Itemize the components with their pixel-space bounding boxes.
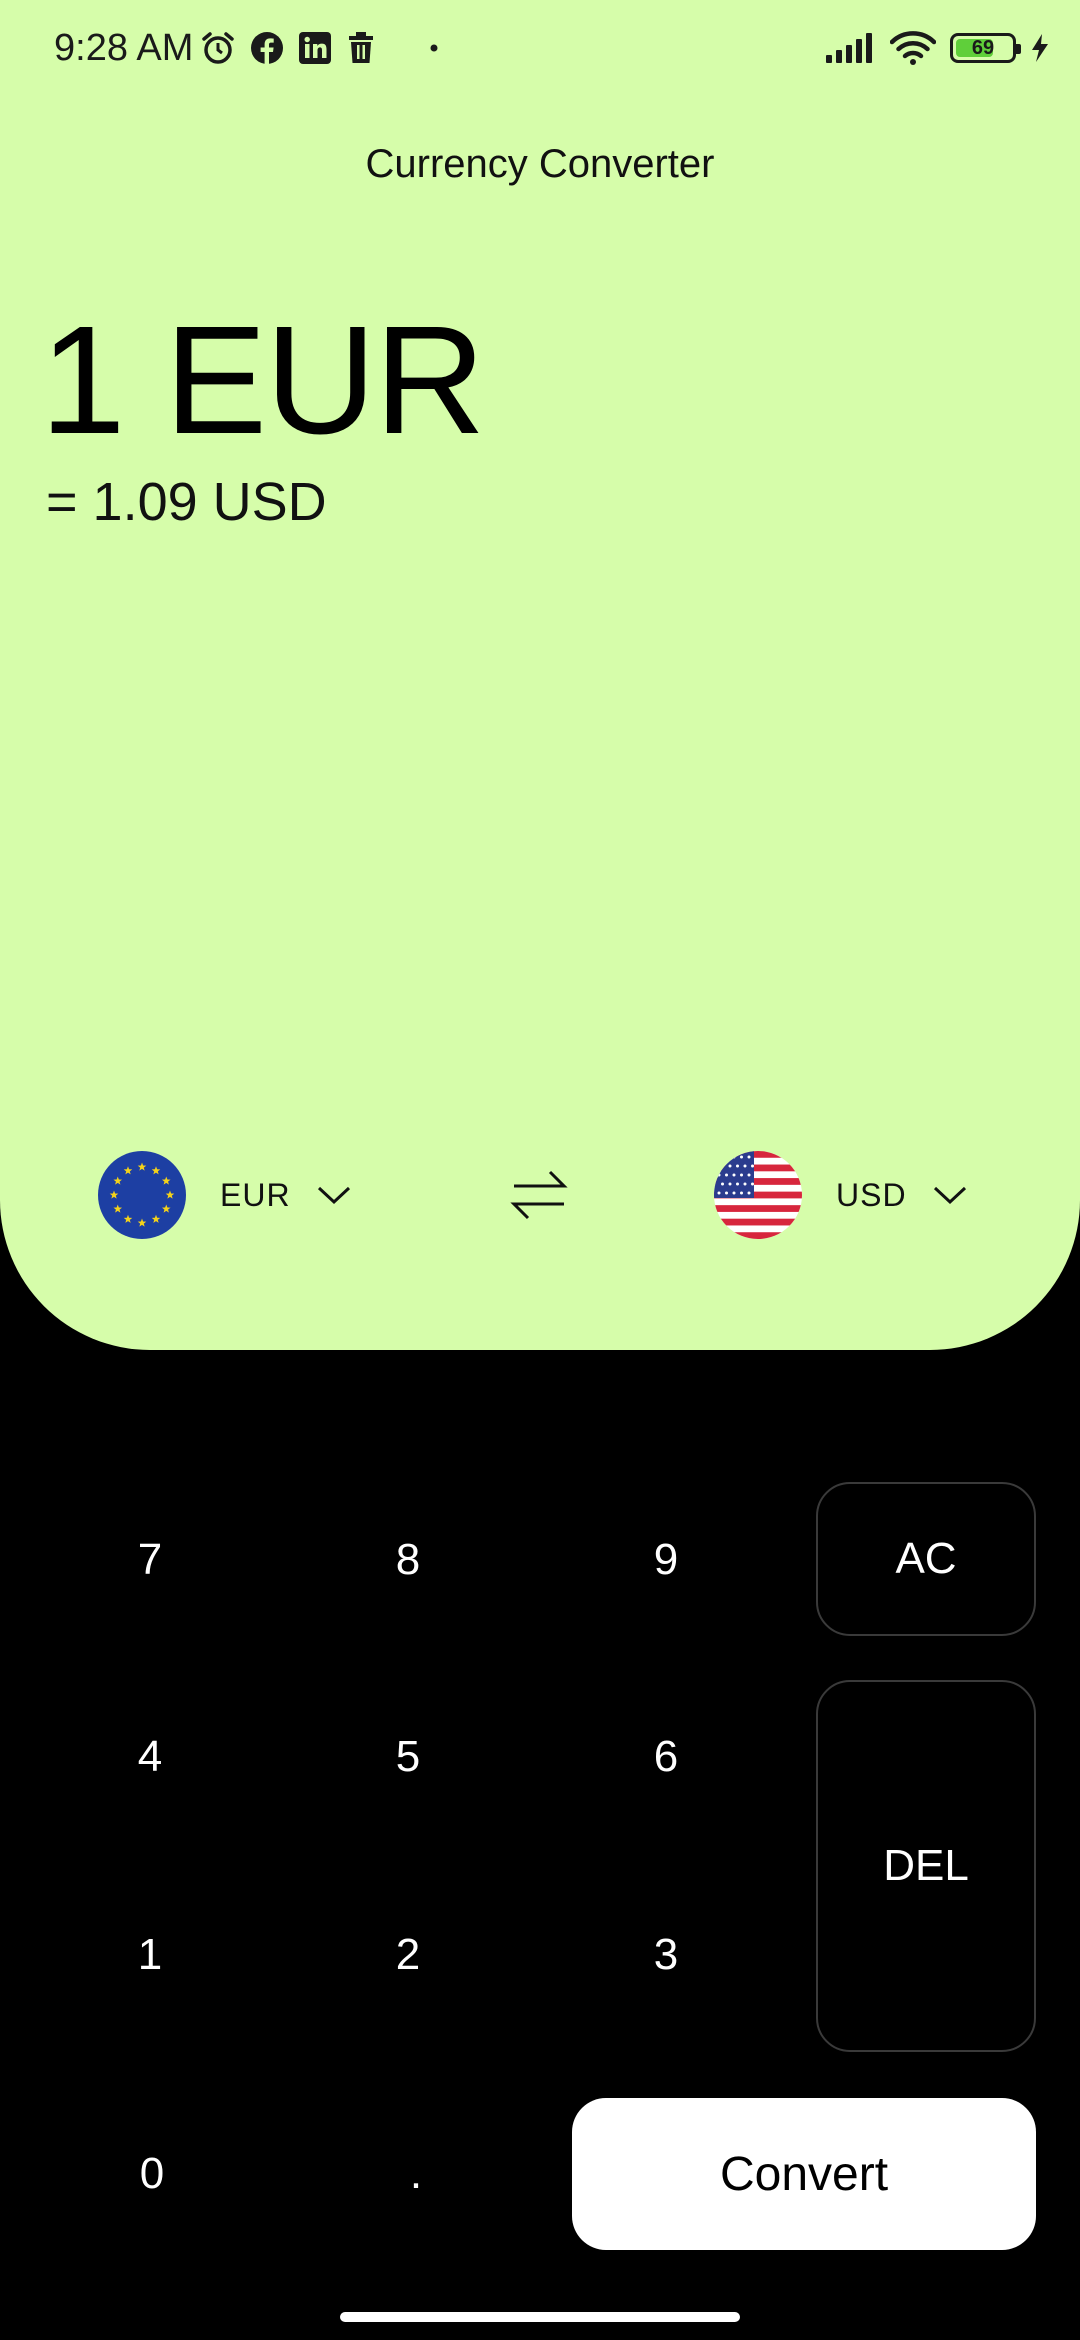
from-currency-selector[interactable]: EUR (98, 1150, 351, 1240)
us-star (732, 1191, 736, 1195)
key-2[interactable]: 2 (318, 1895, 498, 2015)
us-star (751, 1164, 754, 1168)
amount-display: 1 EUR (40, 294, 486, 466)
us-star (747, 1173, 751, 1177)
us-star (740, 1191, 743, 1195)
us-star (732, 1173, 736, 1177)
us-star (732, 1155, 736, 1159)
us-star (736, 1182, 739, 1186)
us-star (747, 1155, 751, 1159)
us-stripe (714, 1151, 802, 1158)
trash-icon (346, 31, 376, 65)
us-star (717, 1155, 721, 1159)
key-4[interactable]: 4 (60, 1697, 240, 1817)
wifi-icon (890, 31, 936, 65)
key-3[interactable]: 3 (576, 1895, 756, 2015)
dot-icon (430, 44, 438, 52)
us-star (743, 1182, 747, 1186)
key-decimal[interactable]: . (326, 2114, 506, 2234)
facebook-icon (250, 31, 284, 65)
us-star (743, 1164, 747, 1168)
currency-selector-row: EUR USD (0, 1150, 1080, 1240)
status-time: 9:28 AM (54, 27, 194, 69)
us-star (751, 1182, 754, 1186)
key-0[interactable]: 0 (62, 2114, 242, 2234)
us-star (740, 1173, 743, 1177)
chevron-down-icon (933, 1185, 967, 1205)
from-currency-code: EUR (220, 1176, 291, 1213)
battery-icon: 69 (950, 33, 1021, 63)
key-9[interactable]: 9 (576, 1500, 756, 1620)
delete-button[interactable]: DEL (816, 1680, 1036, 2052)
status-icons-right: 69 (826, 26, 1050, 70)
battery-level: 69 (971, 37, 995, 59)
key-8[interactable]: 8 (318, 1500, 498, 1620)
linkedin-icon (298, 31, 332, 65)
us-star (721, 1164, 724, 1168)
eu-flag-icon (98, 1151, 186, 1239)
us-star (747, 1191, 751, 1195)
us-stripe (714, 1232, 802, 1239)
signal-icon (826, 33, 876, 63)
us-star (728, 1182, 732, 1186)
charging-icon (1030, 33, 1050, 63)
converter-panel (0, 0, 1080, 1350)
swap-arrows-icon (510, 1170, 568, 1220)
home-indicator (340, 2312, 740, 2322)
alarm-icon (200, 30, 236, 66)
us-star (721, 1182, 724, 1186)
us-stripe (714, 1218, 802, 1226)
key-6[interactable]: 6 (576, 1697, 756, 1817)
us-star (725, 1173, 728, 1177)
us-star (740, 1155, 743, 1159)
swap-currencies-button[interactable] (508, 1164, 570, 1226)
key-7[interactable]: 7 (60, 1500, 240, 1620)
app-title: Currency Converter (365, 142, 715, 186)
status-icons-left (200, 26, 438, 70)
clear-button[interactable]: AC (816, 1482, 1036, 1636)
chevron-down-icon (317, 1185, 351, 1205)
convert-button[interactable]: Convert (572, 2098, 1036, 2250)
us-star (717, 1173, 721, 1177)
us-star (725, 1191, 728, 1195)
to-currency-selector[interactable]: USD (714, 1150, 967, 1240)
conversion-result: = 1.09 USD (46, 472, 327, 532)
status-bar: 9:28 AM 69 (0, 0, 1080, 96)
key-1[interactable]: 1 (60, 1895, 240, 2015)
us-flag-icon (714, 1151, 802, 1239)
key-5[interactable]: 5 (318, 1697, 498, 1817)
us-star (717, 1191, 721, 1195)
us-stripe (714, 1205, 802, 1212)
us-star (725, 1155, 728, 1159)
to-currency-code: USD (836, 1176, 907, 1213)
us-star (728, 1164, 732, 1168)
us-star (736, 1164, 739, 1168)
